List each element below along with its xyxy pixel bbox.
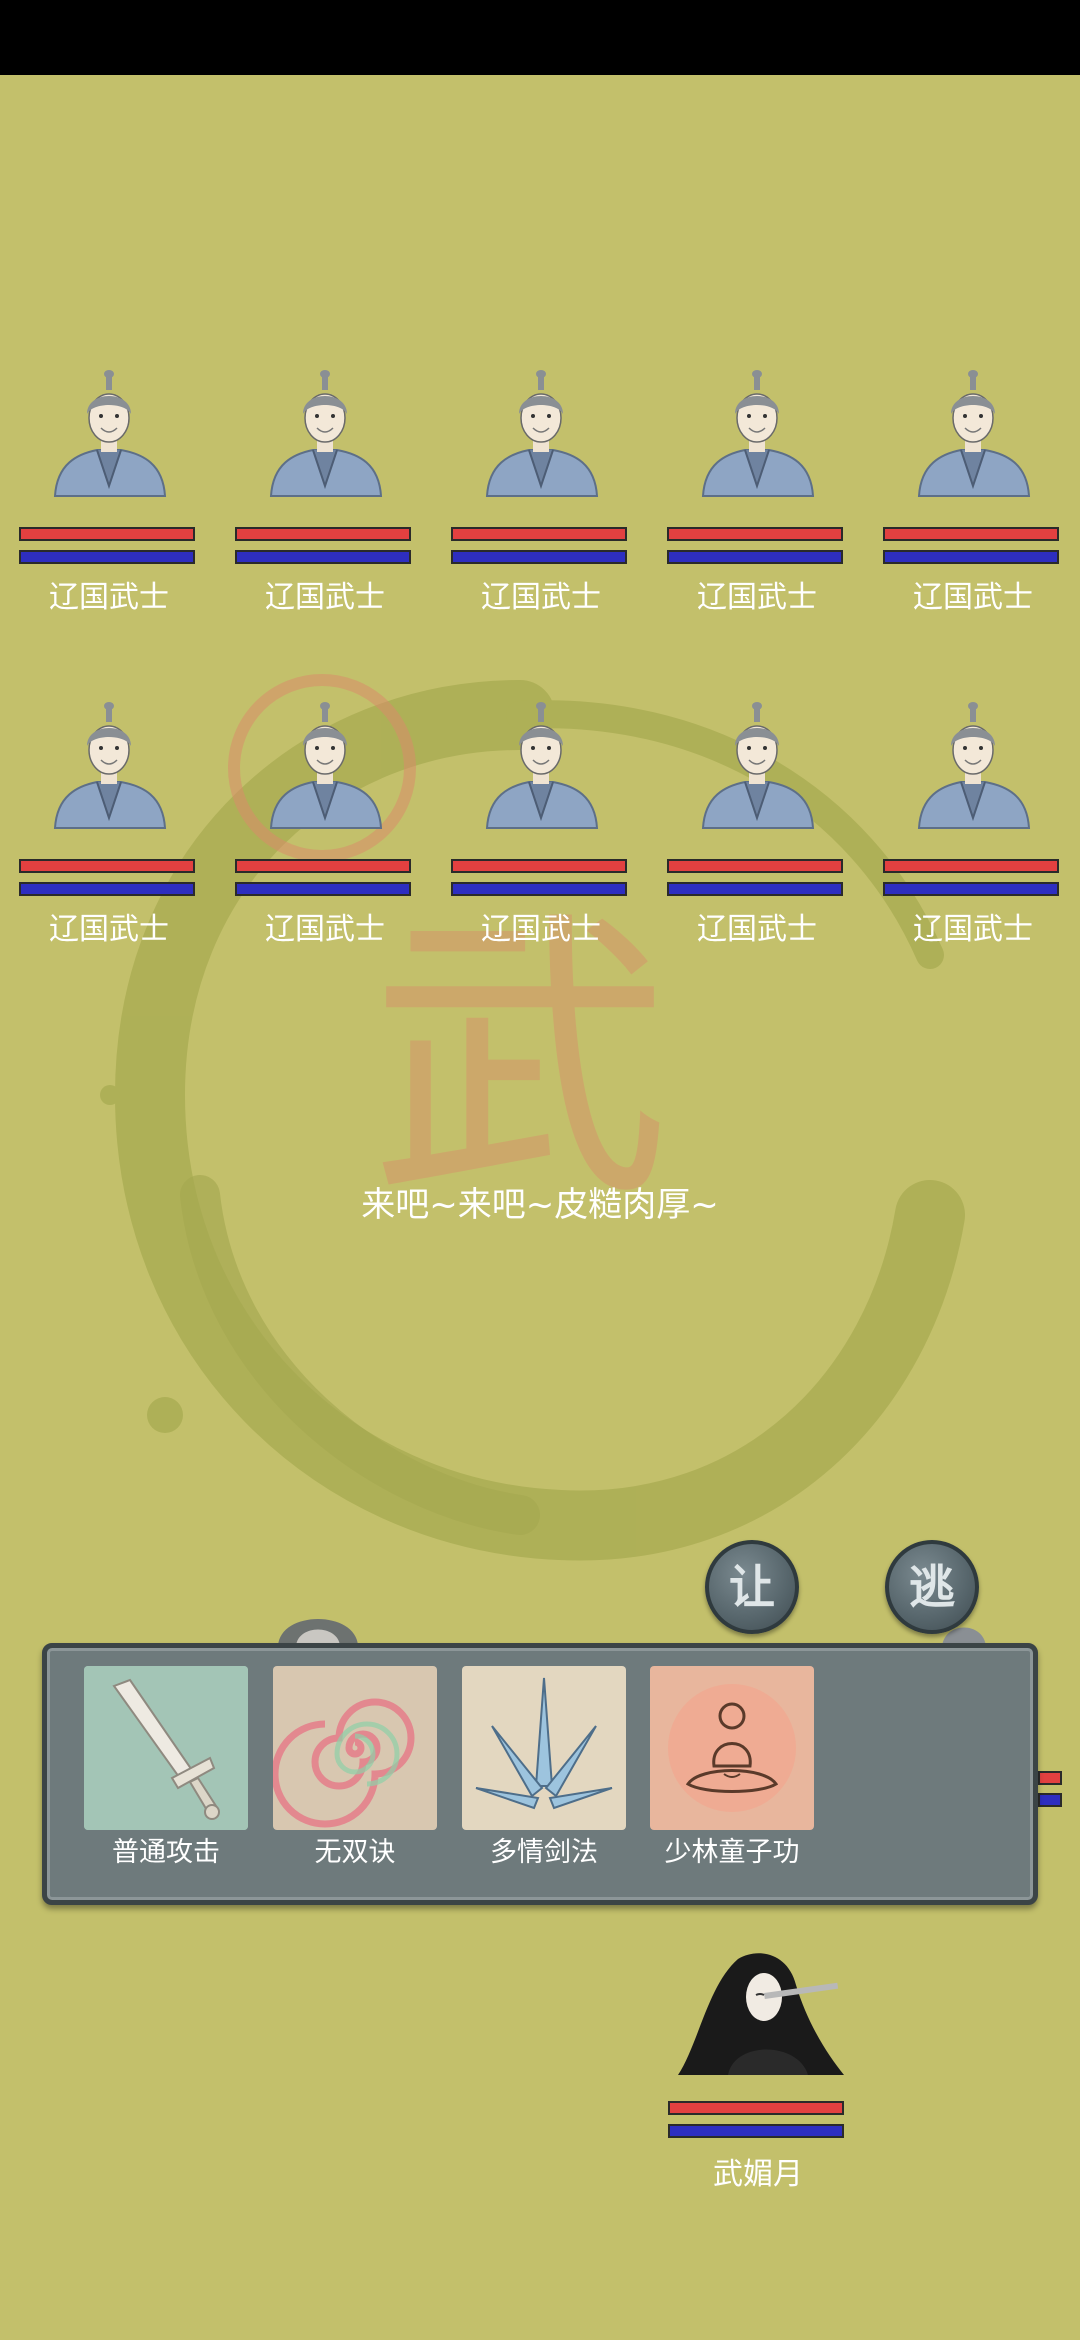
warrior-portrait-icon bbox=[701, 370, 815, 497]
health-bar bbox=[667, 859, 843, 873]
enemy-unit-2[interactable]: 辽国武士 bbox=[235, 368, 415, 615]
enemy-unit-5[interactable]: 辽国武士 bbox=[883, 368, 1063, 615]
health-bar bbox=[668, 2101, 844, 2115]
enemy-unit-8[interactable]: 辽国武士 bbox=[451, 700, 631, 947]
mana-bar bbox=[19, 882, 195, 896]
mana-bar bbox=[451, 550, 627, 564]
enemy-name: 辽国武士 bbox=[49, 912, 169, 947]
enemy-unit-9[interactable]: 辽国武士 bbox=[667, 700, 847, 947]
player-unit[interactable]: 武媚月 bbox=[668, 1945, 848, 2195]
status-bar bbox=[0, 0, 1080, 75]
mana-bar bbox=[667, 882, 843, 896]
sword-icon bbox=[84, 1666, 248, 1830]
warrior-portrait-icon bbox=[917, 702, 1031, 829]
skill-label: 多情剑法 bbox=[490, 1837, 598, 1868]
health-bar bbox=[883, 859, 1059, 873]
mana-bar bbox=[668, 2124, 844, 2138]
battle-dialogue: 来吧~来吧~皮糙肉厚~ bbox=[361, 1185, 719, 1225]
player-portrait-icon bbox=[678, 1953, 844, 2075]
health-bar bbox=[451, 527, 627, 541]
health-bar bbox=[235, 527, 411, 541]
meditation-icon bbox=[650, 1666, 814, 1830]
flee-button[interactable]: 逃 bbox=[885, 1540, 979, 1634]
skill-panel: 普通攻击 无双诀 多情剑法 少林童子功 bbox=[42, 1643, 1038, 1905]
warrior-portrait-icon bbox=[917, 370, 1031, 497]
blades-icon bbox=[462, 1666, 626, 1830]
warrior-portrait-icon bbox=[269, 370, 383, 497]
mana-bar bbox=[235, 882, 411, 896]
enemy-unit-3[interactable]: 辽国武士 bbox=[451, 368, 631, 615]
mana-bar bbox=[667, 550, 843, 564]
enemy-name: 辽国武士 bbox=[49, 580, 169, 615]
warrior-portrait-icon bbox=[53, 702, 167, 829]
enemy-name: 辽国武士 bbox=[481, 580, 601, 615]
health-bar bbox=[19, 859, 195, 873]
enemy-unit-7[interactable]: 辽国武士 bbox=[235, 700, 415, 947]
enemy-unit-4[interactable]: 辽国武士 bbox=[667, 368, 847, 615]
enemy-name: 辽国武士 bbox=[481, 912, 601, 947]
spiral-icon bbox=[273, 1666, 437, 1830]
warrior-portrait-icon bbox=[269, 702, 383, 829]
enemy-name: 辽国武士 bbox=[913, 912, 1033, 947]
health-bar bbox=[235, 859, 411, 873]
warrior-portrait-icon bbox=[701, 702, 815, 829]
enemy-name: 辽国武士 bbox=[265, 912, 385, 947]
health-bar bbox=[883, 527, 1059, 541]
hidden-ally-head-icon bbox=[278, 1619, 358, 1646]
skill-duoqing-sword[interactable]: 多情剑法 bbox=[462, 1666, 626, 1870]
enemy-name: 辽国武士 bbox=[697, 580, 817, 615]
player-name: 武媚月 bbox=[713, 2157, 803, 2192]
enemy-name: 辽国武士 bbox=[265, 580, 385, 615]
warrior-portrait-icon bbox=[485, 702, 599, 829]
skill-normal-attack[interactable]: 普通攻击 bbox=[84, 1666, 248, 1870]
mana-bar bbox=[19, 550, 195, 564]
enemy-unit-6[interactable]: 辽国武士 bbox=[19, 700, 199, 947]
mana-bar bbox=[883, 550, 1059, 564]
health-bar bbox=[667, 527, 843, 541]
skill-wushuang[interactable]: 无双诀 bbox=[273, 1666, 437, 1870]
skill-label: 无双诀 bbox=[314, 1837, 396, 1868]
enemy-name: 辽国武士 bbox=[913, 580, 1033, 615]
mana-bar bbox=[451, 882, 627, 896]
warrior-portrait-icon bbox=[53, 370, 167, 497]
health-bar bbox=[451, 859, 627, 873]
enemy-unit-1[interactable]: 辽国武士 bbox=[19, 368, 199, 615]
mana-bar bbox=[235, 550, 411, 564]
enemy-name: 辽国武士 bbox=[697, 912, 817, 947]
enemy-unit-10[interactable]: 辽国武士 bbox=[883, 700, 1063, 947]
skill-label: 普通攻击 bbox=[112, 1837, 220, 1868]
warrior-portrait-icon bbox=[485, 370, 599, 497]
offscreen-health-bar bbox=[1038, 1771, 1062, 1785]
skill-shaolin[interactable]: 少林童子功 bbox=[650, 1666, 814, 1870]
offscreen-mana-bar bbox=[1038, 1793, 1062, 1807]
skill-label: 少林童子功 bbox=[664, 1837, 800, 1868]
health-bar bbox=[19, 527, 195, 541]
mana-bar bbox=[883, 882, 1059, 896]
yield-turn-button[interactable]: 让 bbox=[705, 1540, 799, 1634]
